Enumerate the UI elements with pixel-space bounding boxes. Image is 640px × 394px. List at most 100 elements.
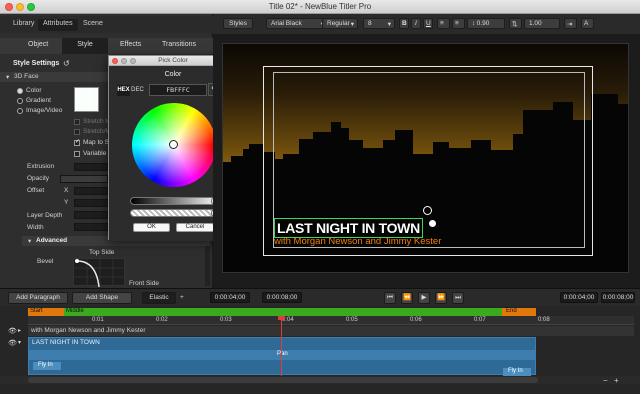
- rotate-handle-icon[interactable]: [423, 206, 432, 215]
- collapse-triangle-icon[interactable]: ▾: [18, 339, 21, 346]
- baseline-icon[interactable]: ⇅: [509, 18, 522, 29]
- track-subtitle-label: with Morgan Newson and Jimmy Kester: [31, 327, 146, 334]
- italic-button[interactable]: I: [411, 18, 421, 29]
- layer-depth-field[interactable]: [74, 211, 108, 219]
- title-text-line[interactable]: LAST NIGHT IN TOWN: [274, 218, 423, 238]
- pan-effect-bar[interactable]: Pan: [29, 350, 535, 360]
- font-size-select[interactable]: 8 ▾: [363, 18, 395, 29]
- bold-button[interactable]: B: [399, 18, 409, 29]
- hex-value-input[interactable]: FBFFFC: [149, 84, 207, 96]
- top-tab-bar: Library Attributes Scene: [0, 16, 213, 33]
- tab-transitions[interactable]: Transitions: [162, 41, 196, 48]
- playhead[interactable]: [281, 316, 282, 384]
- skip-end-icon[interactable]: ⏭: [452, 292, 464, 304]
- front-side-label: Front Side: [129, 280, 159, 287]
- subtitle-text-line[interactable]: with Morgan Newson and Jimmy Kester: [274, 236, 441, 247]
- tab-scene[interactable]: Scene: [78, 19, 108, 31]
- text-case-icon[interactable]: A: [581, 18, 594, 29]
- offset-label: Offset: [27, 187, 45, 194]
- map-checkbox[interactable]: [74, 138, 80, 146]
- zoom-out-button[interactable]: −: [603, 376, 608, 385]
- tab-object[interactable]: Object: [28, 41, 48, 48]
- attribute-sub-tabs: Object Style Effects Transitions: [0, 38, 213, 54]
- stretch-mode-checkbox[interactable]: [74, 129, 80, 135]
- end-label: End: [506, 308, 517, 314]
- align-center-icon[interactable]: ≡: [452, 18, 465, 29]
- line-spacing-field[interactable]: ↕ 0.90: [467, 18, 505, 29]
- timecode-left-b[interactable]: 0:00:08;00: [262, 292, 302, 303]
- text-toolbar: Styles Arial Black▾ Regular▾ 8▾ B I U ≡ …: [213, 14, 640, 34]
- fill-color-radio[interactable]: [17, 88, 23, 94]
- timeline-scrollbar[interactable]: [0, 376, 640, 384]
- ruler-tick: 0:01: [92, 317, 104, 323]
- add-shape-button[interactable]: Add Shape: [72, 292, 132, 304]
- timeline-scrollbar-thumb[interactable]: [28, 377, 538, 383]
- fill-gradient-radio[interactable]: [17, 98, 23, 104]
- playhead-handle[interactable]: [278, 316, 285, 320]
- fill-color-swatch[interactable]: [74, 87, 99, 112]
- track-title-clip[interactable]: LAST NIGHT IN TOWN Pan Fly In Fly In: [28, 337, 536, 376]
- track-title-label: LAST NIGHT IN TOWN: [32, 339, 100, 346]
- timecode-right-a[interactable]: 0:00:04;00: [560, 292, 598, 303]
- fly-in-effect-end[interactable]: Fly In: [503, 368, 531, 376]
- tab-attributes[interactable]: Attributes: [38, 19, 78, 31]
- fill-image-radio[interactable]: [17, 108, 23, 114]
- play-icon[interactable]: ▶: [418, 292, 430, 304]
- tracking-value: 1.00: [529, 20, 542, 27]
- color-wheel[interactable]: [132, 103, 216, 187]
- underline-button[interactable]: U: [423, 18, 433, 29]
- ruler-tick: 0:07: [474, 317, 486, 323]
- eye-icon[interactable]: 👁: [8, 327, 17, 335]
- preview-canvas[interactable]: LAST NIGHT IN TOWN with Morgan Newson an…: [222, 43, 629, 273]
- offset-y-field[interactable]: [74, 199, 108, 207]
- middle-label: Middle: [66, 308, 84, 314]
- font-family-select[interactable]: Arial Black▾: [266, 18, 328, 29]
- tracking-field[interactable]: 1.00: [524, 18, 560, 29]
- top-side-label: Top Side: [89, 249, 115, 256]
- chevron-down-icon: ▾: [350, 21, 354, 28]
- zoom-in-button[interactable]: +: [614, 376, 619, 385]
- tab-style[interactable]: Style: [62, 38, 108, 54]
- step-forward-icon[interactable]: ⏩: [435, 292, 447, 304]
- middle-region-bar[interactable]: [28, 308, 536, 316]
- step-back-icon[interactable]: ⏪: [401, 292, 413, 304]
- scene-controls-bar: Add Paragraph Add Shape Elastic + 0:00:0…: [0, 288, 640, 306]
- anchor-handle-icon[interactable]: [429, 220, 436, 227]
- text-direction-icon[interactable]: ⇥: [564, 18, 577, 29]
- offset-x-field[interactable]: [74, 187, 108, 195]
- timecode-right-b[interactable]: 0:00:08;00: [601, 292, 635, 303]
- add-paragraph-button[interactable]: Add Paragraph: [8, 292, 68, 304]
- opacity-slider-picker[interactable]: [130, 208, 221, 218]
- dec-mode-button[interactable]: DEC: [131, 85, 144, 96]
- cancel-button[interactable]: Cancel: [176, 223, 214, 232]
- hex-mode-button[interactable]: HEX: [117, 85, 130, 96]
- tab-effects[interactable]: Effects: [120, 41, 141, 48]
- fly-in-label: Fly In: [38, 362, 53, 368]
- color-wheel-handle[interactable]: [169, 140, 178, 149]
- styles-button[interactable]: Styles: [223, 18, 253, 29]
- time-ruler[interactable]: 0:01 0:02 0:03 0:04 0:05 0:06 0:07 0:08: [28, 316, 634, 325]
- width-field[interactable]: [74, 223, 108, 231]
- add-track-icon[interactable]: +: [180, 294, 184, 301]
- window-title-bar: Title 02* - NewBlue Titler Pro: [0, 0, 640, 14]
- skip-start-icon[interactable]: ⏮: [384, 292, 396, 304]
- timecode-left-a[interactable]: 0:00:04;00: [210, 292, 250, 303]
- reset-icon[interactable]: ↺: [63, 59, 70, 68]
- extrusion-field[interactable]: [74, 163, 108, 171]
- track-subtitle[interactable]: with Morgan Newson and Jimmy Kester: [28, 326, 634, 336]
- expand-triangle-icon[interactable]: ▸: [18, 327, 21, 334]
- stretch-checkbox[interactable]: [74, 119, 80, 125]
- elastic-button[interactable]: Elastic: [142, 292, 176, 304]
- variable-checkbox[interactable]: [74, 151, 80, 157]
- ok-button[interactable]: OK: [133, 223, 170, 232]
- fly-in-effect-start[interactable]: Fly In: [33, 362, 61, 370]
- align-left-icon[interactable]: ≡: [437, 18, 450, 29]
- width-label: Width: [27, 224, 44, 231]
- layer-depth-label: Layer Depth: [27, 212, 63, 219]
- opacity-slider[interactable]: [60, 175, 108, 183]
- bevel-curve-editor[interactable]: [73, 258, 126, 287]
- brightness-slider[interactable]: [130, 196, 221, 206]
- font-weight-select[interactable]: Regular ▾: [322, 18, 358, 29]
- eye-icon[interactable]: 👁: [8, 339, 17, 347]
- tab-library[interactable]: Library: [8, 19, 39, 31]
